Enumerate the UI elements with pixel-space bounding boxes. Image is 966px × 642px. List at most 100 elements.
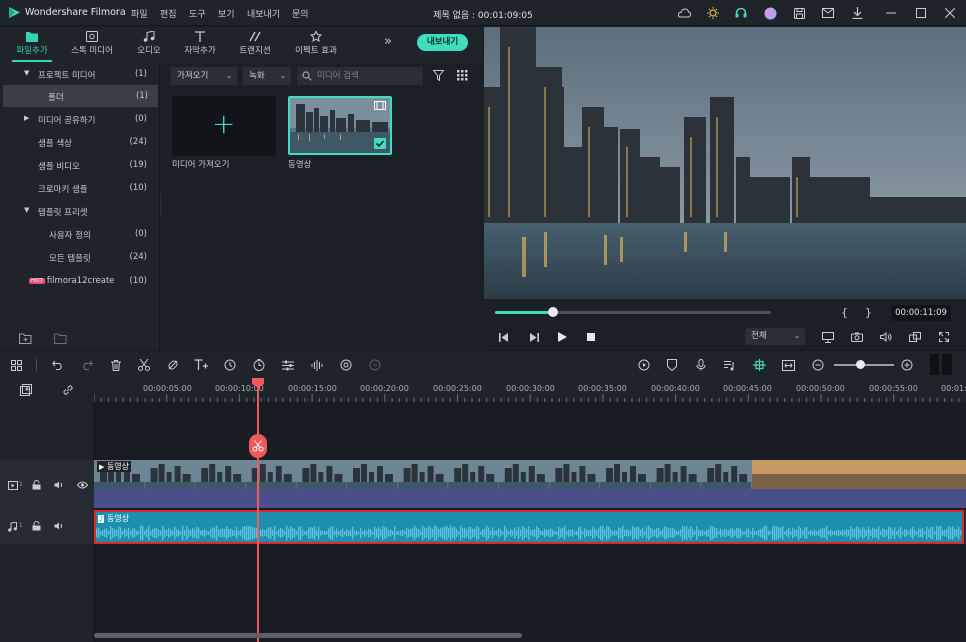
tree-item-custom[interactable]: 사용자 정의 (0) <box>0 223 160 245</box>
expand-arrow-icon[interactable]: ▼ <box>24 69 29 77</box>
audio-meter-icon[interactable] <box>930 354 952 375</box>
minimize-icon[interactable] <box>883 5 899 21</box>
volume-icon[interactable] <box>878 330 894 344</box>
tab-titles[interactable]: 자막추가 <box>169 31 231 59</box>
render-preview-icon[interactable] <box>820 330 836 344</box>
tree-item-label: 사용자 정의 <box>49 231 91 241</box>
scissors-icon <box>252 440 264 452</box>
tree-item-template-presets[interactable]: ▼ 템플릿 프리셋 <box>0 200 160 222</box>
tree-item-project-media[interactable]: ▼ 프로젝트 미디어 (1) <box>0 63 160 85</box>
audio-waveform-icon[interactable] <box>309 357 325 373</box>
delete-icon[interactable] <box>108 357 124 373</box>
render-icon[interactable] <box>636 357 652 373</box>
speed-icon[interactable] <box>222 357 238 373</box>
video-thumbnail[interactable] <box>288 96 392 155</box>
ruler-label: 00:00:55:00 <box>869 384 918 393</box>
add-text-icon[interactable] <box>193 357 209 373</box>
preview-panel: { } 00:00:11:09 전체 ⌄ <box>484 27 966 349</box>
import-media-tile[interactable]: + <box>172 96 276 156</box>
video-thumbnail-label: 동영상 <box>288 160 312 170</box>
preview-timecode: 00:00:11:09 <box>891 305 951 321</box>
previous-frame-icon[interactable] <box>496 330 512 344</box>
export-button[interactable]: 내보내기 <box>417 34 468 51</box>
filter-icon[interactable] <box>433 70 444 81</box>
maximize-icon[interactable] <box>913 5 929 21</box>
avatar[interactable] <box>762 5 778 21</box>
display-settings-icon[interactable] <box>907 330 923 344</box>
stop-icon[interactable] <box>583 330 599 344</box>
audio-clip-label: ♪ 동영상 <box>98 513 129 524</box>
preview-quality-dropdown[interactable]: 전체 ⌄ <box>745 328 805 345</box>
zoom-in-icon[interactable] <box>899 357 915 373</box>
tab-import[interactable]: 파일추가 <box>1 31 63 59</box>
layout-icon[interactable] <box>8 357 24 373</box>
grid-view-icon[interactable] <box>457 70 468 81</box>
mute-icon[interactable] <box>54 522 64 530</box>
tree-item-chroma-samples[interactable]: 크로마키 샘플 (10) <box>0 177 160 199</box>
tree-item-filmora12create[interactable]: HOT filmora12create (10) <box>0 270 160 292</box>
tree-item-folder[interactable]: 폴더 (1) <box>3 85 158 107</box>
tree-item-count: (1) <box>135 91 148 101</box>
auto-reframe-icon[interactable] <box>367 357 383 373</box>
close-icon[interactable] <box>942 5 958 21</box>
ruler-label: 00:00:30:00 <box>506 384 555 393</box>
undo-icon[interactable] <box>50 357 66 373</box>
tree-item-shared-media[interactable]: ▶ 미디어 공유하기 (0) <box>0 108 160 130</box>
preview-seek-handle[interactable] <box>547 307 558 317</box>
duration-icon[interactable] <box>251 357 267 373</box>
adjust-icon[interactable] <box>280 357 296 373</box>
import-dropdown[interactable]: 가져오기 ⌄ <box>171 67 237 85</box>
split-scissors-button[interactable] <box>249 434 267 458</box>
mark-out-button[interactable]: } <box>865 306 872 319</box>
color-match-icon[interactable] <box>338 357 354 373</box>
tree-item-sample-videos[interactable]: 샘플 비디오 (19) <box>0 154 160 176</box>
timeline-ruler[interactable]: 00:00:05:00 00:00:10:00 00:00:15:00 00:0… <box>94 378 966 402</box>
zoom-slider-handle[interactable] <box>856 360 865 369</box>
expand-arrow-icon[interactable]: ▶ <box>24 114 29 122</box>
mail-icon[interactable] <box>820 5 836 21</box>
tree-item-count: (24) <box>129 137 147 147</box>
record-dropdown[interactable]: 녹화 ⌄ <box>243 67 291 85</box>
timeline-horizontal-scrollbar[interactable] <box>94 633 522 638</box>
cut-icon[interactable] <box>136 357 152 373</box>
download-icon[interactable] <box>849 5 865 21</box>
headset-icon[interactable] <box>733 5 749 21</box>
zoom-out-icon[interactable] <box>810 357 826 373</box>
folder-icon[interactable] <box>54 333 67 344</box>
new-folder-icon[interactable] <box>19 333 32 344</box>
snapshot-icon[interactable] <box>849 330 865 344</box>
fit-timeline-icon[interactable] <box>780 357 796 373</box>
expand-arrow-icon[interactable]: ▼ <box>24 206 29 214</box>
eye-icon[interactable] <box>77 481 88 489</box>
next-frame-icon[interactable] <box>526 330 542 344</box>
video-clip[interactable]: ▶ 동영상 <box>94 460 966 490</box>
tab-effects[interactable]: 이펙트 효과 <box>284 31 348 59</box>
redo-icon[interactable] <box>79 357 95 373</box>
marker-icon[interactable] <box>664 357 680 373</box>
mute-icon[interactable] <box>54 481 64 489</box>
tree-item-label: 샘플 색상 <box>38 139 72 149</box>
tab-stock-media[interactable]: 스톡 미디어 <box>61 31 123 59</box>
more-tabs-icon[interactable]: » <box>384 34 392 49</box>
add-track-icon[interactable] <box>20 384 32 396</box>
lock-icon[interactable] <box>32 480 41 490</box>
mark-in-button[interactable]: { <box>841 306 848 319</box>
play-icon[interactable] <box>554 330 570 344</box>
cloud-icon[interactable] <box>676 5 692 21</box>
link-icon[interactable] <box>62 384 74 396</box>
tree-item-all-templates[interactable]: 모든 템플릿 (24) <box>0 246 160 268</box>
search-input[interactable]: 미디어 검색 <box>297 67 423 85</box>
tree-item-sample-colors[interactable]: 샘플 색상 (24) <box>0 131 160 153</box>
snap-icon[interactable] <box>751 357 767 373</box>
fullscreen-icon[interactable] <box>936 330 952 344</box>
playhead-line[interactable] <box>257 378 259 642</box>
audio-clip[interactable]: ♪ 동영상 <box>94 510 964 544</box>
effects-icon <box>310 31 322 42</box>
tab-transitions[interactable]: 트랜지션 <box>224 31 286 59</box>
voiceover-list-icon[interactable] <box>722 357 738 373</box>
save-icon[interactable] <box>791 5 807 21</box>
lightbulb-icon[interactable] <box>705 5 721 21</box>
microphone-icon[interactable] <box>693 357 709 373</box>
crop-icon[interactable] <box>165 357 181 373</box>
lock-icon[interactable] <box>32 521 41 531</box>
